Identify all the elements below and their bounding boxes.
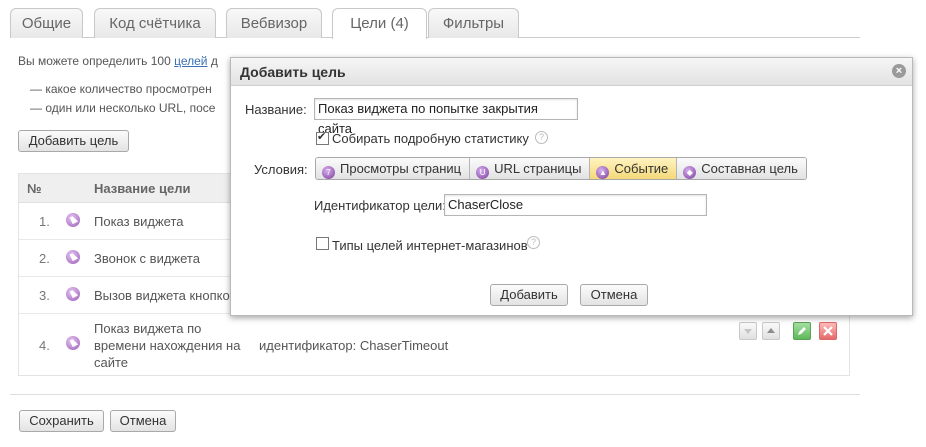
condition-url[interactable]: U URL страницы [470, 158, 591, 179]
move-down-button[interactable] [739, 322, 757, 340]
pencil-icon [798, 327, 806, 335]
tab-bar: Общие Код счётчика Вебвизор Цели (4) Фил… [10, 8, 860, 39]
row-number: 3. [39, 288, 50, 303]
event-goal-icon [66, 287, 80, 301]
goal-name-line: времени нахождения на [94, 338, 241, 353]
delete-goal-button[interactable] [819, 322, 837, 340]
conditions-label: Условия: [254, 162, 308, 177]
goal-id-input[interactable]: ChaserClose [444, 194, 707, 216]
condition-label: Составная цель [701, 161, 798, 176]
tab-filters[interactable]: Фильтры [428, 8, 519, 38]
help-icon[interactable]: ? [527, 236, 540, 249]
ecommerce-checkbox[interactable] [316, 237, 329, 250]
move-up-button[interactable] [762, 322, 780, 340]
dialog-title: Добавить цель [240, 64, 346, 80]
cancel-button[interactable]: Отмена [110, 410, 176, 432]
goal-name: Звонок с виджета [94, 251, 200, 266]
event-icon: ▲ [596, 166, 610, 179]
close-icon [823, 326, 833, 336]
row-number: 4. [39, 338, 50, 353]
condition-type-selector: 7 Просмотры страниц U URL страницы ▲ Событи… [315, 157, 807, 180]
dialog-header: Добавить цель × [231, 58, 912, 86]
tab-webvisor[interactable]: Вебвизор [226, 8, 322, 38]
close-icon[interactable]: × [892, 64, 906, 78]
condition-label: Просмотры страниц [340, 161, 462, 176]
add-button[interactable]: Добавить [490, 284, 568, 306]
goal-id-label: Идентификатор цели: [314, 198, 446, 213]
goal-name: Вызов виджета кнопко [94, 288, 230, 303]
goal-name-line: сайте [94, 355, 129, 370]
goal-identifier: идентификатор: ChaserTimeout [259, 338, 449, 353]
intro-prefix: Вы можете определить 100 [18, 54, 175, 68]
goal-name-input[interactable]: Показ виджета по попытке закрытия сайта [314, 98, 578, 136]
arrow-down-icon [744, 329, 752, 334]
arrow-up-icon [767, 328, 775, 333]
column-num: № [27, 181, 42, 196]
intro-suffix: д [207, 54, 218, 68]
event-goal-icon [66, 213, 80, 227]
detailed-stats-label: Собирать подробную статистику [332, 131, 529, 146]
tab-general[interactable]: Общие [10, 8, 83, 38]
event-goal-icon [66, 250, 80, 264]
add-goal-dialog: Добавить цель × Название: Показ виджета … [230, 57, 913, 316]
tab-goals[interactable]: Цели (4) [332, 8, 427, 39]
save-button[interactable]: Сохранить [19, 410, 104, 432]
intro-text: Вы можете определить 100 целей д [18, 54, 218, 68]
detailed-stats-checkbox[interactable] [316, 130, 329, 145]
edit-goal-button[interactable] [793, 322, 811, 340]
ecommerce-label: Типы целей интернет-магазинов [332, 238, 528, 253]
table-row[interactable]: 4. Показ виджета по времени нахождения н… [19, 314, 849, 374]
page-views-icon: 7 [322, 166, 335, 179]
goal-name-line: Показ виджета по [94, 321, 202, 336]
goal-name: Показ виджета [94, 214, 184, 229]
event-goal-icon [66, 336, 80, 350]
row-number: 1. [39, 214, 50, 229]
dialog-cancel-button[interactable]: Отмена [580, 284, 648, 306]
name-label: Название: [245, 102, 307, 117]
condition-label: Событие [614, 161, 669, 176]
composite-icon: ◆ [683, 166, 697, 179]
goals-link[interactable]: целей [174, 54, 207, 68]
condition-label: URL страницы [494, 161, 582, 176]
row-number: 2. [39, 251, 50, 266]
column-name: Название цели [94, 181, 191, 196]
add-goal-button[interactable]: Добавить цель [18, 130, 129, 152]
tab-counter-code[interactable]: Код счётчика [94, 8, 216, 38]
intro-bullet: — один или несколько URL, посе [30, 101, 216, 115]
condition-page-views[interactable]: 7 Просмотры страниц [316, 158, 471, 179]
url-icon: U [476, 166, 490, 179]
condition-composite[interactable]: ◆ Составная цель [677, 158, 806, 179]
help-icon[interactable]: ? [535, 131, 548, 144]
divider [10, 394, 860, 395]
condition-event[interactable]: ▲ Событие [590, 158, 678, 179]
intro-bullet: — какое количество просмотрен [30, 82, 212, 96]
